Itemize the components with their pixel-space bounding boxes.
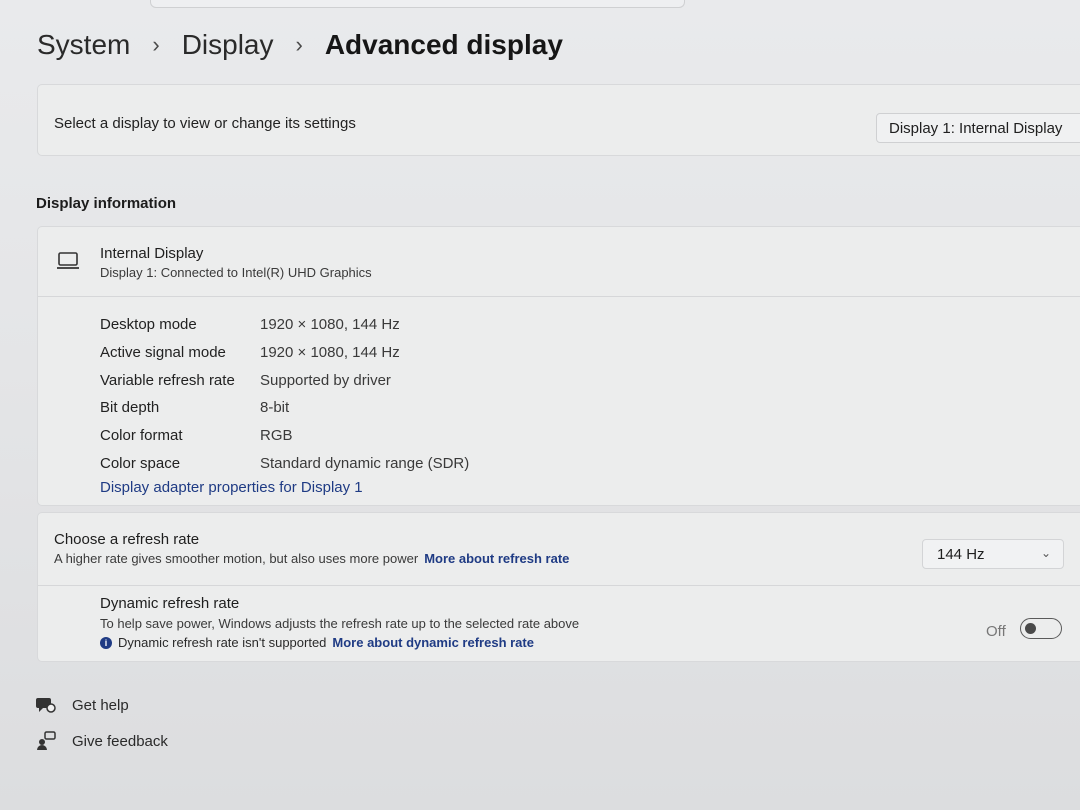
give-feedback-link[interactable]: Give feedback — [36, 731, 168, 751]
info-key: Active signal mode — [100, 344, 226, 362]
refresh-rate-row: Choose a refresh rate A higher rate give… — [38, 513, 1080, 586]
chevron-right-icon: › — [295, 32, 303, 57]
info-icon: i — [100, 636, 112, 649]
display-select-dropdown[interactable]: Display 1: Internal Display — [876, 113, 1080, 143]
info-value: RGB — [260, 427, 293, 445]
breadcrumb-system[interactable]: System — [37, 29, 130, 61]
more-about-dynamic-refresh-link[interactable]: More about dynamic refresh rate — [332, 635, 534, 650]
display-connection: Display 1: Connected to Intel(R) UHD Gra… — [100, 265, 372, 280]
info-key: Bit depth — [100, 399, 160, 417]
breadcrumb: System › Display › Advanced display — [37, 22, 563, 68]
refresh-rate-description-text: A higher rate gives smoother motion, but… — [54, 551, 419, 566]
info-row: Color space Standard dynamic range (SDR) — [100, 449, 469, 477]
display-select-card: Select a display to view or change its s… — [37, 84, 1080, 156]
display-name: Internal Display — [100, 245, 204, 262]
laptop-icon — [57, 252, 79, 269]
refresh-rate-selected: 144 Hz — [937, 546, 985, 563]
section-title-display-information: Display information — [36, 195, 177, 212]
refresh-rate-title: Choose a refresh rate — [54, 531, 200, 548]
info-key: Color space — [100, 454, 181, 472]
refresh-rate-description: A higher rate gives smoother motion, but… — [54, 551, 569, 566]
info-row: Bit depth 8-bit — [100, 394, 469, 422]
display-adapter-properties-link[interactable]: Display adapter properties for Display 1 — [100, 479, 363, 496]
get-help-label: Get help — [72, 696, 129, 714]
info-value: 8-bit — [260, 399, 290, 417]
display-info-rows: Desktop mode 1920 × 1080, 144 Hz Active s… — [100, 311, 469, 477]
refresh-rate-dropdown[interactable]: 144 Hz ⌄ — [922, 539, 1064, 569]
breadcrumb-display[interactable]: Display — [182, 29, 274, 61]
display-header: Internal Display Display 1: Connected to… — [38, 227, 1080, 297]
toggle-knob — [1025, 623, 1036, 634]
dynamic-refresh-note: i Dynamic refresh rate isn't supported M… — [100, 635, 534, 650]
give-feedback-label: Give feedback — [72, 732, 168, 750]
dynamic-refresh-title: Dynamic refresh rate — [100, 595, 240, 612]
info-key: Color format — [100, 427, 183, 445]
page-title: Advanced display — [324, 29, 563, 60]
dynamic-refresh-note-text: Dynamic refresh rate isn't supported — [118, 635, 327, 650]
info-key: Variable refresh rate — [100, 371, 235, 389]
info-value: 1920 × 1080, 144 Hz — [260, 316, 400, 334]
info-key: Desktop mode — [100, 316, 197, 334]
search-box-edge[interactable] — [150, 0, 685, 8]
dynamic-refresh-toggle-label: Off — [986, 623, 1006, 640]
display-select-label: Select a display to view or change its s… — [54, 115, 356, 132]
chevron-right-icon: › — [152, 32, 160, 57]
info-value: 1920 × 1080, 144 Hz — [260, 344, 400, 362]
feedback-icon — [37, 731, 56, 750]
info-row: Variable refresh rate Supported by driver — [100, 366, 469, 394]
get-help-link[interactable]: Get help — [36, 696, 129, 714]
info-row: Color format RGB — [100, 422, 469, 450]
info-row: Active signal mode 1920 × 1080, 144 Hz — [100, 339, 469, 367]
info-value: Supported by driver — [260, 371, 391, 389]
help-icon — [36, 698, 56, 713]
info-value: Standard dynamic range (SDR) — [260, 454, 470, 472]
chevron-down-icon: ⌄ — [1040, 546, 1051, 560]
dynamic-refresh-description: To help save power, Windows adjusts the … — [100, 616, 580, 631]
more-about-refresh-rate-link[interactable]: More about refresh rate — [424, 551, 569, 566]
dynamic-refresh-toggle[interactable] — [1020, 618, 1062, 639]
refresh-rate-card: Choose a refresh rate A higher rate give… — [37, 512, 1080, 662]
display-information-card: Internal Display Display 1: Connected to… — [37, 226, 1080, 506]
info-row: Desktop mode 1920 × 1080, 144 Hz — [100, 311, 469, 339]
